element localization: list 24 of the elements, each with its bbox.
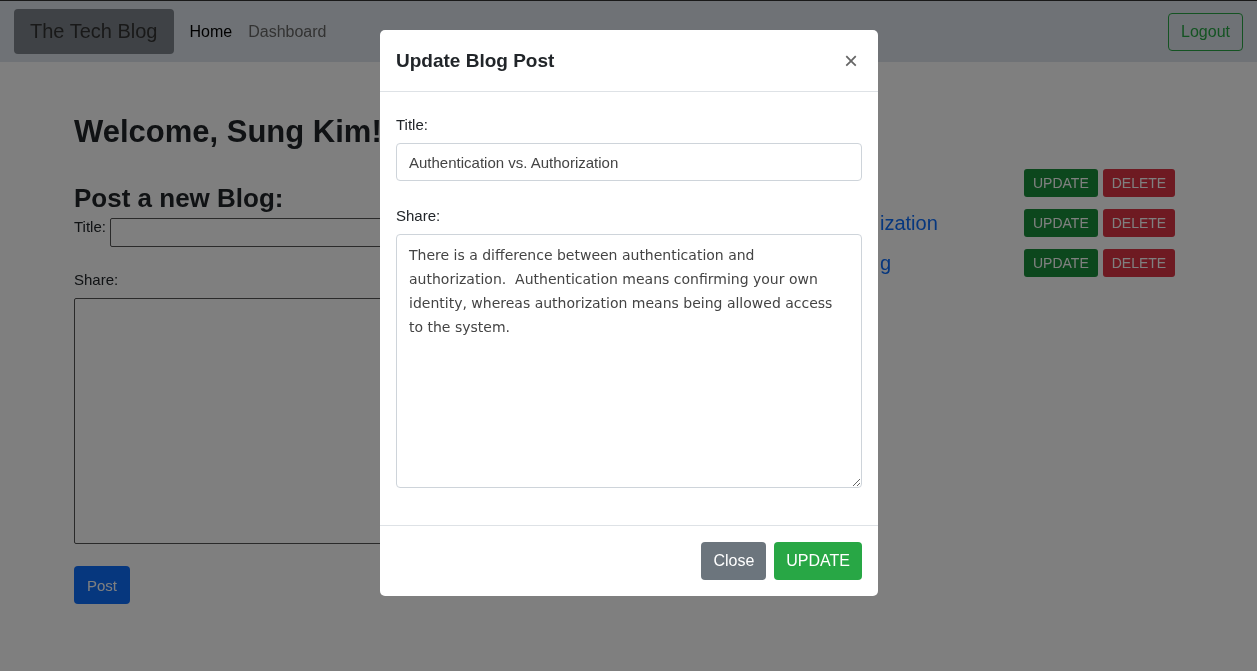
update-button[interactable]: UPDATE	[1024, 209, 1098, 237]
title-input[interactable]: Authentication vs. Authorization	[396, 143, 862, 181]
post-title-link[interactable]: ization	[880, 211, 1019, 235]
field-label: Share:	[396, 207, 441, 224]
share-textarea[interactable]: There is a difference between authentication and authorization. Authentication means confirming your own identity, whereas authorization means being allowed access to the system.	[396, 234, 862, 488]
nav-link[interactable]: Dashboard	[240, 22, 335, 41]
post-button[interactable]: Post	[74, 566, 130, 604]
update-button[interactable]: UPDATE	[774, 542, 862, 580]
logout-button[interactable]: Logout	[1168, 12, 1243, 51]
delete-button[interactable]: DELETE	[1102, 169, 1176, 197]
close-button[interactable]: Close	[701, 542, 767, 580]
section-heading: Post a new Blog:	[74, 182, 284, 214]
welcome-heading: Welcome, Sung Kim!	[74, 114, 382, 150]
nav-link[interactable]: Home	[181, 22, 241, 41]
delete-button[interactable]: DELETE	[1102, 209, 1176, 237]
update-button[interactable]: UPDATE	[1024, 249, 1098, 277]
modal-title: Update Blog Post	[396, 49, 555, 72]
delete-button[interactable]: DELETE	[1102, 249, 1176, 277]
field-label: Share:	[74, 271, 119, 288]
post-title-link[interactable]: g	[880, 251, 1019, 275]
close-button[interactable]: ×	[840, 46, 862, 75]
field-label: Title:	[74, 218, 106, 235]
field-label: Title:	[396, 116, 428, 133]
update-button[interactable]: UPDATE	[1024, 169, 1098, 197]
